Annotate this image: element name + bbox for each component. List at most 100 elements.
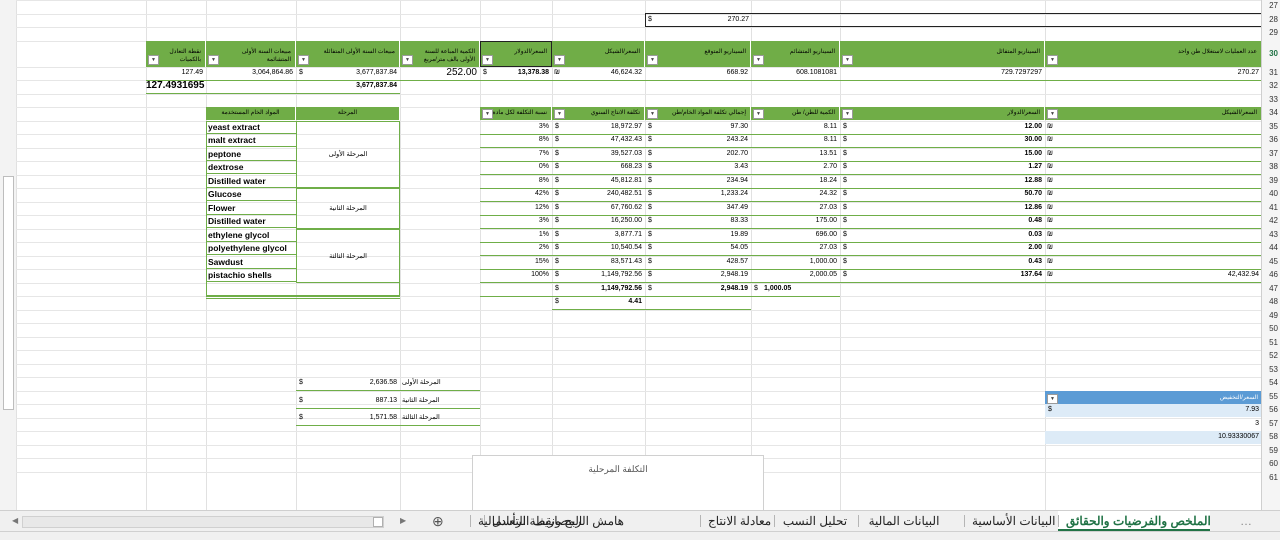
row-number[interactable]: 43: [1262, 230, 1278, 239]
stage-cost-label[interactable]: المرحلة الأولى: [402, 377, 480, 390]
material-price-usd[interactable]: 0.03: [840, 229, 1045, 242]
scenario-header-cell[interactable]: السيناريو المتشائم ▼: [751, 40, 840, 67]
sheet-tab[interactable]: الملخص والفرضيات والحقائق: [1058, 511, 1211, 531]
material-qty[interactable]: 2,000.05: [751, 269, 840, 282]
material-annual-cost[interactable]: 18,972.97: [552, 121, 645, 134]
row-number[interactable]: 31: [1262, 68, 1278, 77]
scenario-header-cell[interactable]: نقطة التعادل بالكميات ▼: [146, 40, 206, 67]
scenario-value-cell[interactable]: 46,624.32: [552, 67, 645, 80]
material-annual-cost[interactable]: 47,432.43: [552, 134, 645, 147]
discount-count[interactable]: 3: [1045, 418, 1262, 431]
materials-header-cell[interactable]: الكمية للطن/ طن ▼: [751, 107, 840, 120]
total-qty[interactable]: 1,000.05: [764, 283, 840, 296]
material-price-usd[interactable]: 12.88: [840, 175, 1045, 188]
scenario-value-cell[interactable]: 252.00: [400, 67, 480, 80]
stage-cell[interactable]: المرحلة الأولى: [296, 120, 400, 188]
row-number[interactable]: 50: [1262, 324, 1278, 333]
scenario-header-cell[interactable]: السيناريو المتوقع ▼: [645, 40, 751, 67]
vertical-scrollbar[interactable]: [0, 0, 17, 510]
filter-dropdown-icon[interactable]: ▼: [402, 54, 413, 65]
filter-dropdown-icon[interactable]: ▼: [208, 54, 219, 65]
row-headers[interactable]: 27 28 29 30 31 32 33 34 35 36 37 38 39 40 41 42 43 44 45 46…: [1261, 0, 1280, 510]
material-qty[interactable]: 2.70: [751, 161, 840, 174]
material-cost-pct[interactable]: 3%: [480, 121, 552, 134]
row-number[interactable]: 46: [1262, 270, 1278, 279]
row-number[interactable]: 39: [1262, 176, 1278, 185]
materials-header-cell[interactable]: المرحلة: [296, 107, 400, 120]
row-number[interactable]: 48: [1262, 297, 1278, 306]
row-number[interactable]: 57: [1262, 419, 1278, 428]
material-total-cost[interactable]: 428.57: [645, 256, 751, 269]
sheet-tab[interactable]: المصاريف الرأسمالية: [470, 511, 582, 531]
material-total-cost[interactable]: 243.24: [645, 134, 751, 147]
sheet-tab[interactable]: البيانات المالية: [858, 511, 950, 531]
material-annual-cost[interactable]: 240,482.51: [552, 188, 645, 201]
stage-cost-chart[interactable]: التكلفة المرحلية: [472, 455, 764, 513]
extra-total[interactable]: 4.41: [552, 296, 645, 309]
filter-dropdown-icon[interactable]: ▼: [842, 54, 853, 65]
row-number[interactable]: 44: [1262, 243, 1278, 252]
material-price-usd[interactable]: 30.00: [840, 134, 1045, 147]
material-cost-pct[interactable]: 8%: [480, 134, 552, 147]
scenario-header-cell[interactable]: السيناريو المتفائل ▼: [840, 40, 1045, 67]
material-total-cost[interactable]: 2,948.19: [645, 269, 751, 282]
material-qty[interactable]: 24.32: [751, 188, 840, 201]
material-cost-pct[interactable]: 12%: [480, 202, 552, 215]
material-price-usd[interactable]: 15.00: [840, 148, 1045, 161]
row-number[interactable]: 40: [1262, 189, 1278, 198]
row-number[interactable]: 34: [1262, 108, 1278, 117]
row-number[interactable]: 28: [1262, 15, 1278, 24]
material-cost-pct[interactable]: 42%: [480, 188, 552, 201]
material-total-cost[interactable]: 97.30: [645, 121, 751, 134]
row-number[interactable]: 52: [1262, 351, 1278, 360]
material-annual-cost[interactable]: 83,571.43: [552, 256, 645, 269]
filter-dropdown-icon[interactable]: ▼: [753, 54, 764, 65]
scenario-value-cell[interactable]: 270.27: [1045, 67, 1262, 80]
row-number[interactable]: 38: [1262, 162, 1278, 171]
vertical-scroll-thumb[interactable]: [3, 176, 14, 410]
scenario-header-cell[interactable]: السعر/الشيكل ▼: [552, 40, 645, 67]
filter-dropdown-icon[interactable]: ▼: [842, 109, 853, 119]
row-number[interactable]: 27: [1262, 1, 1278, 10]
material-annual-cost[interactable]: 668.23: [552, 161, 645, 174]
row-number[interactable]: 55: [1262, 392, 1278, 401]
add-sheet-icon[interactable]: ⊕: [424, 511, 452, 531]
material-price-usd[interactable]: 0.48: [840, 215, 1045, 228]
material-price-usd[interactable]: 12.86: [840, 202, 1045, 215]
materials-header-cell[interactable]: السعر/الشيكل ▼: [1045, 107, 1262, 120]
material-cost-pct[interactable]: 1%: [480, 229, 552, 242]
stage-cost-value[interactable]: 2,636.58: [296, 377, 400, 390]
material-cost-pct[interactable]: 100%: [480, 269, 552, 282]
material-price-usd[interactable]: 137.64: [840, 269, 1045, 282]
material-cost-pct[interactable]: 3%: [480, 215, 552, 228]
material-price-usd[interactable]: 1.27: [840, 161, 1045, 174]
row-number[interactable]: 42: [1262, 216, 1278, 225]
filter-dropdown-icon[interactable]: ▼: [1047, 393, 1058, 404]
filter-dropdown-icon[interactable]: ▼: [1047, 109, 1058, 119]
sheet-tab[interactable]: تحليل النسب: [774, 511, 856, 531]
filter-dropdown-icon[interactable]: ▼: [753, 109, 764, 119]
stage-cost-label[interactable]: المرحلة الثانية: [402, 395, 480, 408]
material-annual-cost[interactable]: 3,877.71: [552, 229, 645, 242]
scenario-value-cell[interactable]: 127.49: [146, 67, 206, 80]
material-total-cost[interactable]: 1,233.24: [645, 188, 751, 201]
discount-result[interactable]: 10.93330067: [1045, 431, 1262, 444]
sales-value[interactable]: 3,677,837.84: [296, 80, 400, 93]
material-annual-cost[interactable]: 45,812.81: [552, 175, 645, 188]
material-annual-cost[interactable]: 10,540.54: [552, 242, 645, 255]
material-total-cost[interactable]: 202.70: [645, 148, 751, 161]
material-cost-pct[interactable]: 0%: [480, 161, 552, 174]
discount-value[interactable]: 7.93: [1045, 404, 1262, 417]
row-number[interactable]: 60: [1262, 459, 1278, 468]
material-qty[interactable]: 27.03: [751, 202, 840, 215]
row-number[interactable]: 58: [1262, 432, 1278, 441]
scenario-value-cell[interactable]: 668.92: [645, 67, 751, 80]
material-qty[interactable]: 1,000.00: [751, 256, 840, 269]
stage-cell[interactable]: المرحلة الثانية: [296, 188, 400, 229]
row-number[interactable]: 30: [1262, 49, 1278, 58]
row-number[interactable]: 29: [1262, 28, 1278, 37]
material-annual-cost[interactable]: 1,149,792.56: [552, 269, 645, 282]
filter-dropdown-icon[interactable]: ▼: [298, 54, 309, 65]
material-cost-pct[interactable]: 15%: [480, 256, 552, 269]
materials-header-cell[interactable]: إجمالي تكلفة المواد الخام/طن ▼: [645, 107, 751, 120]
